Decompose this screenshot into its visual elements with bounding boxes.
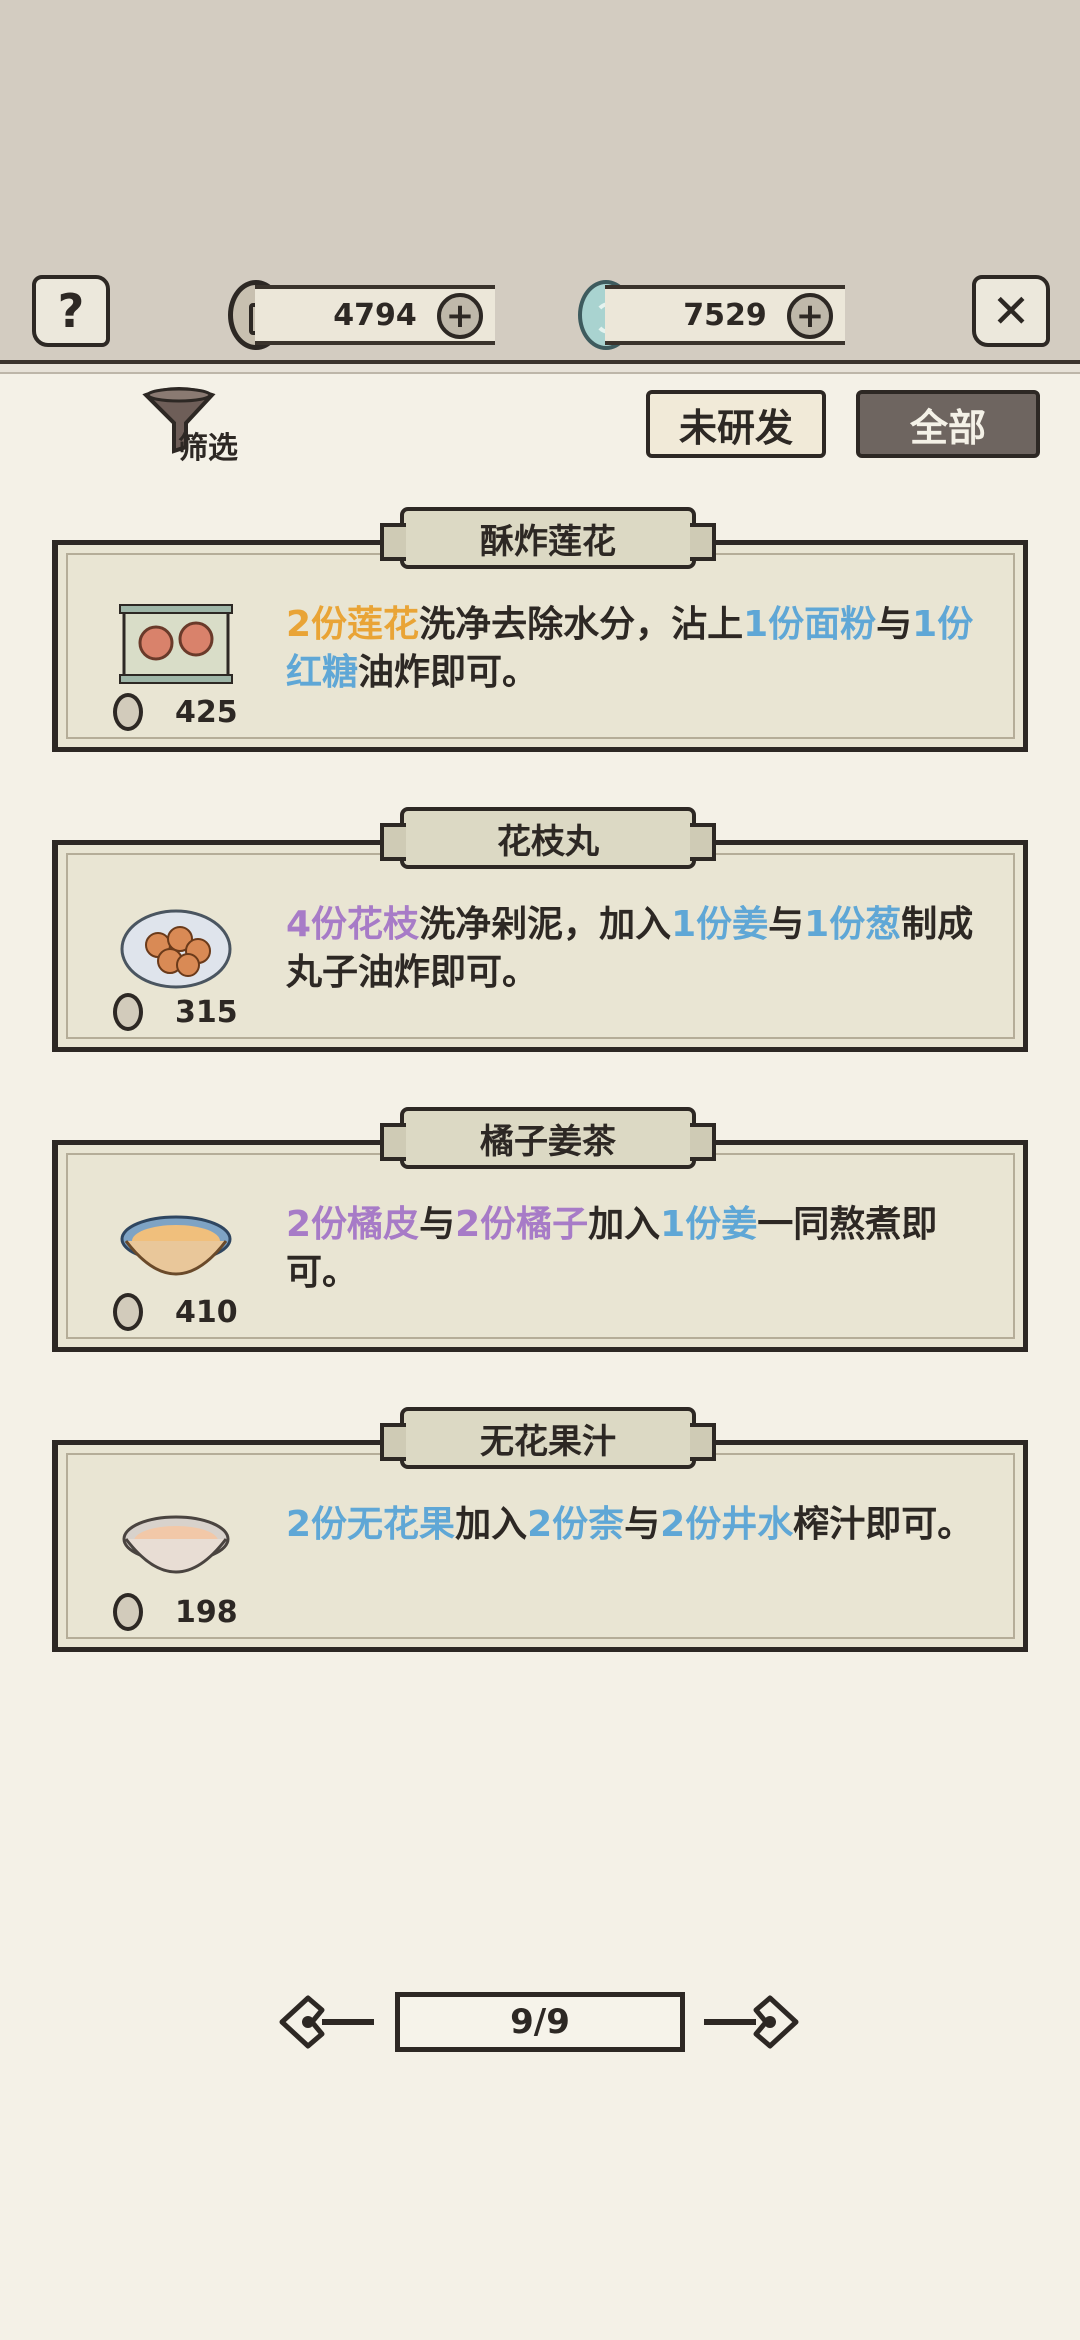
close-icon: ✕ bbox=[991, 284, 1031, 338]
recipe-card[interactable]: 无花果汁 198 2份无花果加入2份柰与2份井水榨汁即可。 bbox=[52, 1407, 1028, 1652]
ingredient-text: 4份花枝 bbox=[286, 904, 420, 945]
coin-icon bbox=[113, 693, 143, 731]
recipe-description: 2份无花果加入2份柰与2份井水榨汁即可。 bbox=[286, 1501, 986, 1549]
recipe-title: 橘子姜茶 bbox=[380, 1107, 716, 1169]
page-number: 9/9 bbox=[510, 2002, 570, 2042]
recipe-title: 无花果汁 bbox=[380, 1407, 716, 1469]
plus-icon: + bbox=[795, 296, 825, 336]
recipe-card[interactable]: 花枝丸 315 4份花枝洗净剁泥，加入1份姜与1份葱制成丸子油炸即可。 bbox=[52, 807, 1028, 1052]
tea-bowl-icon bbox=[120, 1215, 232, 1276]
previous-page-button[interactable] bbox=[278, 1990, 378, 2054]
coin-icon bbox=[113, 993, 143, 1031]
top-bar bbox=[0, 0, 1080, 374]
recipe-text: 加入 bbox=[588, 1204, 661, 1245]
tab-unresearched[interactable]: 未研发 bbox=[646, 390, 826, 458]
juice-bowl-icon bbox=[122, 1515, 230, 1574]
price-value: 425 bbox=[175, 694, 238, 730]
recipe-text: 洗净剁泥，加入 bbox=[419, 904, 672, 945]
meatballs-plate-icon bbox=[120, 909, 232, 989]
recipe-text: 油炸即可。 bbox=[358, 652, 539, 693]
price-value: 198 bbox=[175, 1594, 238, 1630]
tab-all[interactable]: 全部 bbox=[856, 390, 1040, 458]
ingredient-text: 1份姜 bbox=[671, 904, 769, 945]
recipe-card[interactable]: 橘子姜茶 410 2份橘皮与2份橘子加入1份姜一同熬煮即可。 bbox=[52, 1107, 1028, 1352]
recipe-text: 与 bbox=[419, 1204, 456, 1245]
recipe-title: 花枝丸 bbox=[380, 807, 716, 869]
close-button[interactable]: ✕ bbox=[972, 275, 1050, 347]
ingredient-text: 2份无花果 bbox=[286, 1504, 456, 1545]
coin-icon bbox=[113, 1593, 143, 1631]
price-value: 410 bbox=[175, 1294, 238, 1330]
recipe-text: 加入 bbox=[455, 1504, 528, 1545]
ingredient-text: 1份葱 bbox=[804, 904, 902, 945]
recipe-title: 酥炸莲花 bbox=[380, 507, 716, 569]
recipe-text: 与 bbox=[768, 904, 805, 945]
recipe-description: 2份莲花洗净去除水分，沾上1份面粉与1份红糖油炸即可。 bbox=[286, 601, 986, 697]
plus-icon: + bbox=[445, 296, 475, 336]
recipe-text: 与 bbox=[876, 604, 913, 645]
ingredient-text: 1份面粉 bbox=[743, 604, 877, 645]
question-icon: ? bbox=[57, 284, 85, 338]
jade-amount: 7529 bbox=[683, 297, 767, 333]
recipe-card[interactable]: 酥炸莲花 425 2份莲花洗净去除水分，沾上1份面粉与1份红糖油炸即可。 bbox=[52, 507, 1028, 752]
recipe-price: 410 bbox=[113, 1293, 238, 1331]
ingredient-text: 2份橘子 bbox=[455, 1204, 589, 1245]
ingredient-text: 2份柰 bbox=[527, 1504, 625, 1545]
price-value: 315 bbox=[175, 994, 238, 1030]
recipe-price: 315 bbox=[113, 993, 238, 1031]
recipe-price: 425 bbox=[113, 693, 238, 731]
coin-amount: 4794 bbox=[333, 297, 417, 333]
page-indicator: 9/9 bbox=[395, 1992, 685, 2052]
lotus-scroll-icon bbox=[119, 604, 233, 684]
next-page-button[interactable] bbox=[700, 1990, 800, 2054]
help-button[interactable]: ? bbox=[32, 275, 110, 347]
filter-button[interactable]: 筛选 bbox=[140, 385, 270, 466]
add-jade-button[interactable]: + bbox=[787, 293, 833, 339]
ingredient-text: 2份莲花 bbox=[286, 604, 420, 645]
filter-label: 筛选 bbox=[178, 431, 238, 466]
ingredient-text: 1份姜 bbox=[660, 1204, 758, 1245]
recipe-text: 与 bbox=[624, 1504, 661, 1545]
recipe-text: 榨汁即可。 bbox=[793, 1504, 974, 1545]
recipe-description: 4份花枝洗净剁泥，加入1份姜与1份葱制成丸子油炸即可。 bbox=[286, 901, 986, 997]
coin-icon bbox=[113, 1293, 143, 1331]
ingredient-text: 2份橘皮 bbox=[286, 1204, 420, 1245]
recipe-text: 洗净去除水分，沾上 bbox=[419, 604, 744, 645]
recipe-description: 2份橘皮与2份橘子加入1份姜一同熬煮即可。 bbox=[286, 1201, 986, 1297]
add-coins-button[interactable]: + bbox=[437, 293, 483, 339]
recipe-price: 198 bbox=[113, 1593, 238, 1631]
ingredient-text: 2份井水 bbox=[660, 1504, 794, 1545]
